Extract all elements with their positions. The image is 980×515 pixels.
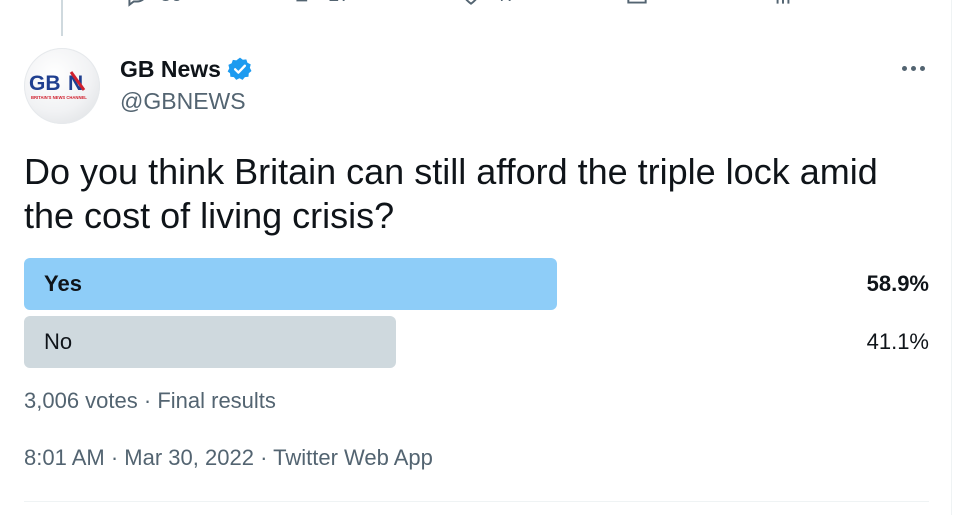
author-handle[interactable]: @GBNEWS	[120, 88, 246, 115]
poll-option: Yes 58.9%	[24, 258, 929, 310]
retweet-icon	[296, 0, 308, 2]
share-button[interactable]	[624, 0, 650, 8]
reply-button[interactable]: 30	[124, 0, 182, 8]
separator: ·	[143, 388, 152, 413]
more-dot-icon	[910, 65, 916, 71]
tweet-text: Do you think Britain can still afford th…	[24, 151, 878, 236]
svg-text:BRITAIN'S NEWS CHANNEL: BRITAIN'S NEWS CHANNEL	[31, 95, 87, 100]
author-name[interactable]: GB News	[120, 56, 221, 83]
column-border	[951, 0, 952, 515]
poll-option-label: Yes	[44, 271, 82, 296]
poll-option-percent: 41.1%	[866, 329, 929, 354]
poll-option: No 41.1%	[24, 316, 929, 368]
tweet-time[interactable]: 8:01 AM	[24, 445, 105, 470]
analytics-button[interactable]	[770, 0, 796, 8]
tweet-source[interactable]: Twitter Web App	[273, 445, 433, 470]
separator: ·	[110, 445, 119, 470]
retweet-count: 17	[328, 0, 350, 7]
more-dot-icon	[919, 65, 925, 71]
gb-news-logo: GB N BRITAIN'S NEWS CHANNEL	[29, 71, 87, 100]
poll-status: Final results	[157, 388, 276, 413]
vote-count: 3,006 votes	[24, 388, 138, 413]
poll-option-bar	[24, 258, 558, 310]
verified-badge-icon	[227, 57, 252, 80]
more-options-button[interactable]	[898, 58, 928, 78]
avatar[interactable]: GB N BRITAIN'S NEWS CHANNEL	[24, 48, 100, 124]
share-icon	[627, 0, 647, 4]
svg-text:GB: GB	[29, 72, 61, 95]
reply-icon	[128, 0, 144, 7]
divider	[24, 501, 929, 502]
tweet-date[interactable]: Mar 30, 2022	[124, 445, 254, 470]
separator: ·	[260, 445, 268, 470]
like-button[interactable]: 47	[458, 0, 516, 8]
reply-count: 30	[160, 0, 182, 7]
poll-option-label: No	[44, 329, 73, 354]
retweet-button[interactable]: 17	[292, 0, 350, 8]
previous-tweet-action-bar: 30 17 47	[0, 0, 951, 8]
poll-option-percent: 58.9%	[866, 271, 929, 296]
poll-option-bar	[24, 316, 396, 368]
analytics-icon	[776, 0, 790, 4]
more-dot-icon	[901, 65, 907, 71]
like-count: 47	[494, 0, 516, 7]
poll-summary: 3,006 votes · Final results	[24, 388, 276, 414]
heart-icon	[465, 0, 477, 5]
tweet-timestamp: 8:01 AM · Mar 30, 2022 · Twitter Web App	[24, 445, 433, 471]
